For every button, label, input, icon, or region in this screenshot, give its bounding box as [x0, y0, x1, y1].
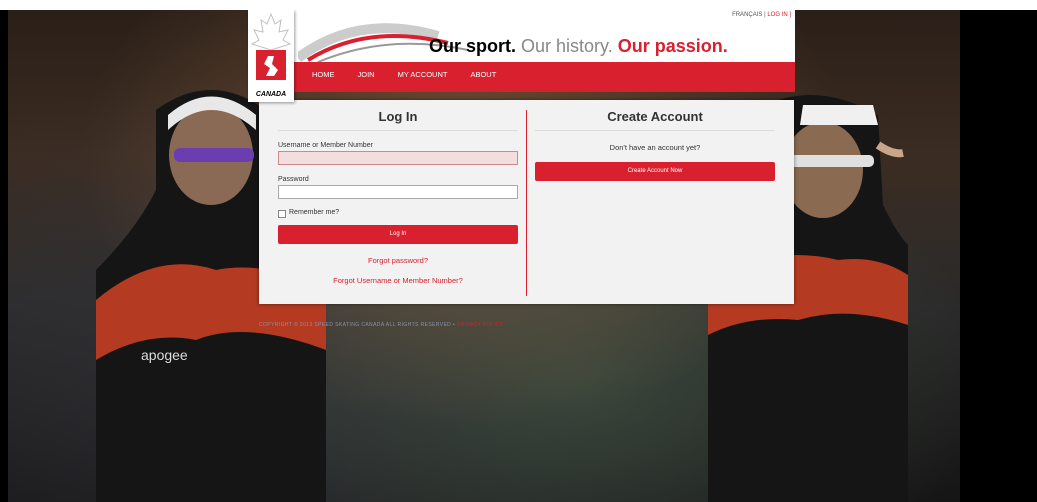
language-login-links: FRANÇAIS | LOG IN ]	[732, 12, 791, 18]
footer-separator: •	[452, 322, 456, 328]
site-header: FRANÇAIS | LOG IN ] Our sport. Our histo…	[248, 10, 795, 102]
nav-join[interactable]: JOIN	[358, 70, 375, 79]
nav-my-account[interactable]: MY ACCOUNT	[398, 70, 448, 79]
username-label: Username or Member Number	[278, 142, 373, 149]
copyright-text: COPYRIGHT © 2013 SPEED SKATING CANADA AL…	[259, 322, 452, 328]
privacy-policy-link[interactable]: PRIVACY POLICY	[457, 322, 504, 328]
maple-leaf-skater-icon	[250, 12, 292, 80]
nav-home[interactable]: HOME	[312, 70, 335, 79]
remember-me-checkbox[interactable]	[278, 210, 286, 218]
login-link[interactable]: LOG IN	[767, 12, 787, 18]
create-account-prompt: Don't have an account yet?	[609, 143, 701, 152]
login-title-rule	[278, 130, 518, 131]
username-input[interactable]	[278, 151, 518, 165]
login-card: Log In Username or Member Number Passwor…	[259, 100, 794, 304]
logo-canada-text: CANADA	[255, 91, 287, 98]
create-title-rule	[535, 130, 775, 131]
nav-about[interactable]: ABOUT	[470, 70, 496, 79]
tagline-history: Our history.	[521, 36, 613, 56]
tagline: Our sport. Our history. Our passion.	[429, 36, 728, 57]
tagline-passion: Our passion.	[617, 36, 728, 56]
column-divider	[526, 110, 527, 296]
speed-skating-canada-logo[interactable]: CANADA	[248, 10, 294, 102]
password-label: Password	[278, 176, 309, 183]
create-account-title: Create Account	[607, 109, 703, 124]
remember-me-label: Remember me?	[289, 209, 340, 216]
forgot-password-link[interactable]: Forgot password?	[278, 256, 518, 265]
svg-text:apogee: apogee	[141, 347, 188, 363]
tagline-sport: Our sport.	[429, 36, 517, 56]
francais-link[interactable]: FRANÇAIS	[732, 12, 762, 18]
footer: COPYRIGHT © 2013 SPEED SKATING CANADA AL…	[259, 322, 504, 328]
top-banner-strip	[0, 0, 1037, 10]
login-button[interactable]: Log In	[278, 225, 518, 244]
login-title: Log In	[378, 109, 418, 124]
forgot-username-link[interactable]: Forgot Username or Member Number?	[278, 276, 518, 285]
header-banner: FRANÇAIS | LOG IN ] Our sport. Our histo…	[258, 10, 795, 63]
password-input[interactable]	[278, 185, 518, 199]
create-account-button[interactable]: Create Account Now	[535, 162, 775, 181]
main-nav: HOME JOIN MY ACCOUNT ABOUT	[312, 70, 519, 79]
